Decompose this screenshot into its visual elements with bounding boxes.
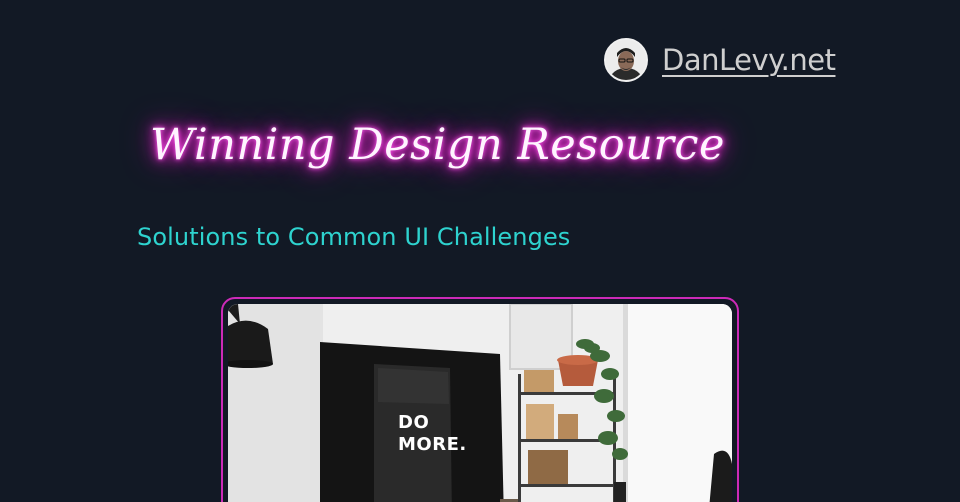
brand-link[interactable]: DanLevy.net <box>604 38 836 82</box>
hero-photo: DO MORE. <box>228 304 732 502</box>
page: DanLevy.net Winning Design Resource Solu… <box>0 0 960 502</box>
hero-image-card: DO MORE. <box>221 297 739 502</box>
monitor-text-line-1: DO <box>398 412 430 433</box>
desk-scene-illustration <box>228 304 732 502</box>
site-name[interactable]: DanLevy.net <box>662 43 836 77</box>
avatar <box>604 38 648 82</box>
page-subtitle: Solutions to Common UI Challenges <box>137 223 571 251</box>
monitor-screen-text: DO MORE. <box>398 412 468 456</box>
avatar-photo-icon <box>606 40 646 80</box>
page-title: Winning Design Resource <box>150 120 725 170</box>
monitor-text-line-2: MORE. <box>398 434 467 455</box>
